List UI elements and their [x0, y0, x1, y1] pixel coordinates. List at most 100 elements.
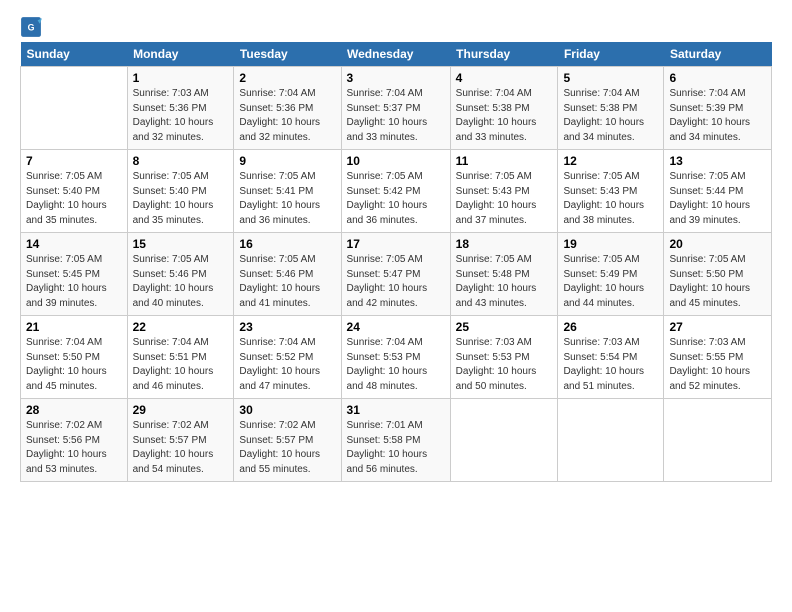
day-info: Sunrise: 7:02 AM Sunset: 5:56 PM Dayligh…: [26, 419, 122, 477]
day-cell: 10 Sunrise: 7:05 AM Sunset: 5:42 PM Dayli…: [341, 150, 450, 233]
week-row-5: 28 Sunrise: 7:02 AM Sunset: 5:56 PM Dayli…: [21, 399, 772, 482]
day-number: 11: [456, 154, 553, 168]
day-number: 10: [347, 154, 445, 168]
day-cell: 8Sunrise: 7:05 AM Sunset: 5:40 PM Daylig…: [127, 150, 234, 233]
day-info: Sunrise: 7:03 AM Sunset: 5:54 PM Dayligh…: [563, 336, 658, 394]
day-cell: 7 Sunrise: 7:05 AM Sunset: 5:40 PM Daylig…: [21, 150, 128, 233]
logo: G: [20, 16, 46, 38]
day-number: 15: [133, 237, 229, 251]
day-number: 27: [669, 320, 766, 334]
day-cell: 1 Sunrise: 7:03 AM Sunset: 5:36 PM Daylig…: [127, 67, 234, 150]
day-cell: 24 Sunrise: 7:04 AM Sunset: 5:53 PM Dayli…: [341, 316, 450, 399]
day-cell: 29 Sunrise: 7:02 AM Sunset: 5:57 PM Dayli…: [127, 399, 234, 482]
day-number: 25: [456, 320, 553, 334]
day-info: Sunrise: 7:02 AM Sunset: 5:57 PM Dayligh…: [239, 419, 335, 477]
svg-text:G: G: [28, 22, 35, 32]
day-cell: 30 Sunrise: 7:02 AM Sunset: 5:57 PM Dayli…: [234, 399, 341, 482]
calendar-table: SundayMondayTuesdayWednesdayThursdayFrid…: [20, 42, 772, 482]
day-cell: 28 Sunrise: 7:02 AM Sunset: 5:56 PM Dayli…: [21, 399, 128, 482]
day-number: 7: [26, 154, 122, 168]
day-number: 18: [456, 237, 553, 251]
day-number: 23: [239, 320, 335, 334]
day-info: Sunrise: 7:05 AM Sunset: 5:43 PM Dayligh…: [563, 170, 658, 228]
day-info: Sunrise: 7:01 AM Sunset: 5:58 PM Dayligh…: [347, 419, 445, 477]
day-info: Sunrise: 7:04 AM Sunset: 5:51 PM Dayligh…: [133, 336, 229, 394]
day-info: Sunrise: 7:04 AM Sunset: 5:39 PM Dayligh…: [669, 87, 766, 145]
day-info: Sunrise: 7:05 AM Sunset: 5:46 PM Dayligh…: [133, 253, 229, 311]
header-cell-sunday: Sunday: [21, 42, 128, 67]
day-number: 30: [239, 403, 335, 417]
day-info: Sunrise: 7:04 AM Sunset: 5:52 PM Dayligh…: [239, 336, 335, 394]
day-cell: 14 Sunrise: 7:05 AM Sunset: 5:45 PM Dayli…: [21, 233, 128, 316]
day-info: Sunrise: 7:03 AM Sunset: 5:55 PM Dayligh…: [669, 336, 766, 394]
day-info: Sunrise: 7:04 AM Sunset: 5:38 PM Dayligh…: [456, 87, 553, 145]
logo-icon: G: [20, 16, 42, 38]
day-cell: 20Sunrise: 7:05 AM Sunset: 5:50 PM Dayli…: [664, 233, 772, 316]
week-row-2: 7 Sunrise: 7:05 AM Sunset: 5:40 PM Daylig…: [21, 150, 772, 233]
day-cell: 22 Sunrise: 7:04 AM Sunset: 5:51 PM Dayli…: [127, 316, 234, 399]
day-info: Sunrise: 7:05 AM Sunset: 5:43 PM Dayligh…: [456, 170, 553, 228]
day-cell: 17 Sunrise: 7:05 AM Sunset: 5:47 PM Dayli…: [341, 233, 450, 316]
day-number: 13: [669, 154, 766, 168]
day-info: Sunrise: 7:04 AM Sunset: 5:50 PM Dayligh…: [26, 336, 122, 394]
day-number: 4: [456, 71, 553, 85]
day-cell: 26 Sunrise: 7:03 AM Sunset: 5:54 PM Dayli…: [558, 316, 664, 399]
day-cell: 23 Sunrise: 7:04 AM Sunset: 5:52 PM Dayli…: [234, 316, 341, 399]
day-number: 24: [347, 320, 445, 334]
day-info: Sunrise: 7:03 AM Sunset: 5:36 PM Dayligh…: [133, 87, 229, 145]
day-cell: [664, 399, 772, 482]
day-number: 6: [669, 71, 766, 85]
day-cell: 19 Sunrise: 7:05 AM Sunset: 5:49 PM Dayli…: [558, 233, 664, 316]
day-cell: [21, 67, 128, 150]
day-cell: 3Sunrise: 7:04 AM Sunset: 5:37 PM Daylig…: [341, 67, 450, 150]
calendar-header-row: SundayMondayTuesdayWednesdayThursdayFrid…: [21, 42, 772, 67]
header: G: [20, 16, 772, 38]
day-info: Sunrise: 7:05 AM Sunset: 5:47 PM Dayligh…: [347, 253, 445, 311]
day-info: Sunrise: 7:05 AM Sunset: 5:45 PM Dayligh…: [26, 253, 122, 311]
day-number: 9: [239, 154, 335, 168]
day-cell: 9 Sunrise: 7:05 AM Sunset: 5:41 PM Daylig…: [234, 150, 341, 233]
day-number: 19: [563, 237, 658, 251]
week-row-3: 14 Sunrise: 7:05 AM Sunset: 5:45 PM Dayli…: [21, 233, 772, 316]
day-info: Sunrise: 7:05 AM Sunset: 5:40 PM Dayligh…: [26, 170, 122, 228]
day-cell: [558, 399, 664, 482]
day-info: Sunrise: 7:04 AM Sunset: 5:53 PM Dayligh…: [347, 336, 445, 394]
header-cell-friday: Friday: [558, 42, 664, 67]
day-info: Sunrise: 7:04 AM Sunset: 5:36 PM Dayligh…: [239, 87, 335, 145]
day-number: 16: [239, 237, 335, 251]
day-info: Sunrise: 7:02 AM Sunset: 5:57 PM Dayligh…: [133, 419, 229, 477]
day-cell: 6 Sunrise: 7:04 AM Sunset: 5:39 PM Daylig…: [664, 67, 772, 150]
day-cell: 4 Sunrise: 7:04 AM Sunset: 5:38 PM Daylig…: [450, 67, 558, 150]
day-number: 1: [133, 71, 229, 85]
day-number: 8: [133, 154, 229, 168]
day-info: Sunrise: 7:05 AM Sunset: 5:49 PM Dayligh…: [563, 253, 658, 311]
day-number: 26: [563, 320, 658, 334]
day-number: 28: [26, 403, 122, 417]
day-info: Sunrise: 7:05 AM Sunset: 5:46 PM Dayligh…: [239, 253, 335, 311]
day-info: Sunrise: 7:05 AM Sunset: 5:42 PM Dayligh…: [347, 170, 445, 228]
week-row-1: 1 Sunrise: 7:03 AM Sunset: 5:36 PM Daylig…: [21, 67, 772, 150]
day-info: Sunrise: 7:04 AM Sunset: 5:38 PM Dayligh…: [563, 87, 658, 145]
day-number: 21: [26, 320, 122, 334]
day-info: Sunrise: 7:05 AM Sunset: 5:44 PM Dayligh…: [669, 170, 766, 228]
day-cell: 21 Sunrise: 7:04 AM Sunset: 5:50 PM Dayli…: [21, 316, 128, 399]
day-number: 31: [347, 403, 445, 417]
day-number: 5: [563, 71, 658, 85]
day-cell: 13 Sunrise: 7:05 AM Sunset: 5:44 PM Dayli…: [664, 150, 772, 233]
day-number: 29: [133, 403, 229, 417]
day-number: 12: [563, 154, 658, 168]
day-cell: 18Sunrise: 7:05 AM Sunset: 5:48 PM Dayli…: [450, 233, 558, 316]
day-number: 2: [239, 71, 335, 85]
header-cell-wednesday: Wednesday: [341, 42, 450, 67]
header-cell-tuesday: Tuesday: [234, 42, 341, 67]
day-info: Sunrise: 7:04 AM Sunset: 5:37 PM Dayligh…: [347, 87, 445, 145]
day-cell: 16 Sunrise: 7:05 AM Sunset: 5:46 PM Dayli…: [234, 233, 341, 316]
day-cell: 15 Sunrise: 7:05 AM Sunset: 5:46 PM Dayli…: [127, 233, 234, 316]
day-number: 22: [133, 320, 229, 334]
day-cell: 27 Sunrise: 7:03 AM Sunset: 5:55 PM Dayli…: [664, 316, 772, 399]
day-number: 14: [26, 237, 122, 251]
day-cell: 5 Sunrise: 7:04 AM Sunset: 5:38 PM Daylig…: [558, 67, 664, 150]
day-cell: [450, 399, 558, 482]
day-info: Sunrise: 7:05 AM Sunset: 5:41 PM Dayligh…: [239, 170, 335, 228]
day-number: 17: [347, 237, 445, 251]
